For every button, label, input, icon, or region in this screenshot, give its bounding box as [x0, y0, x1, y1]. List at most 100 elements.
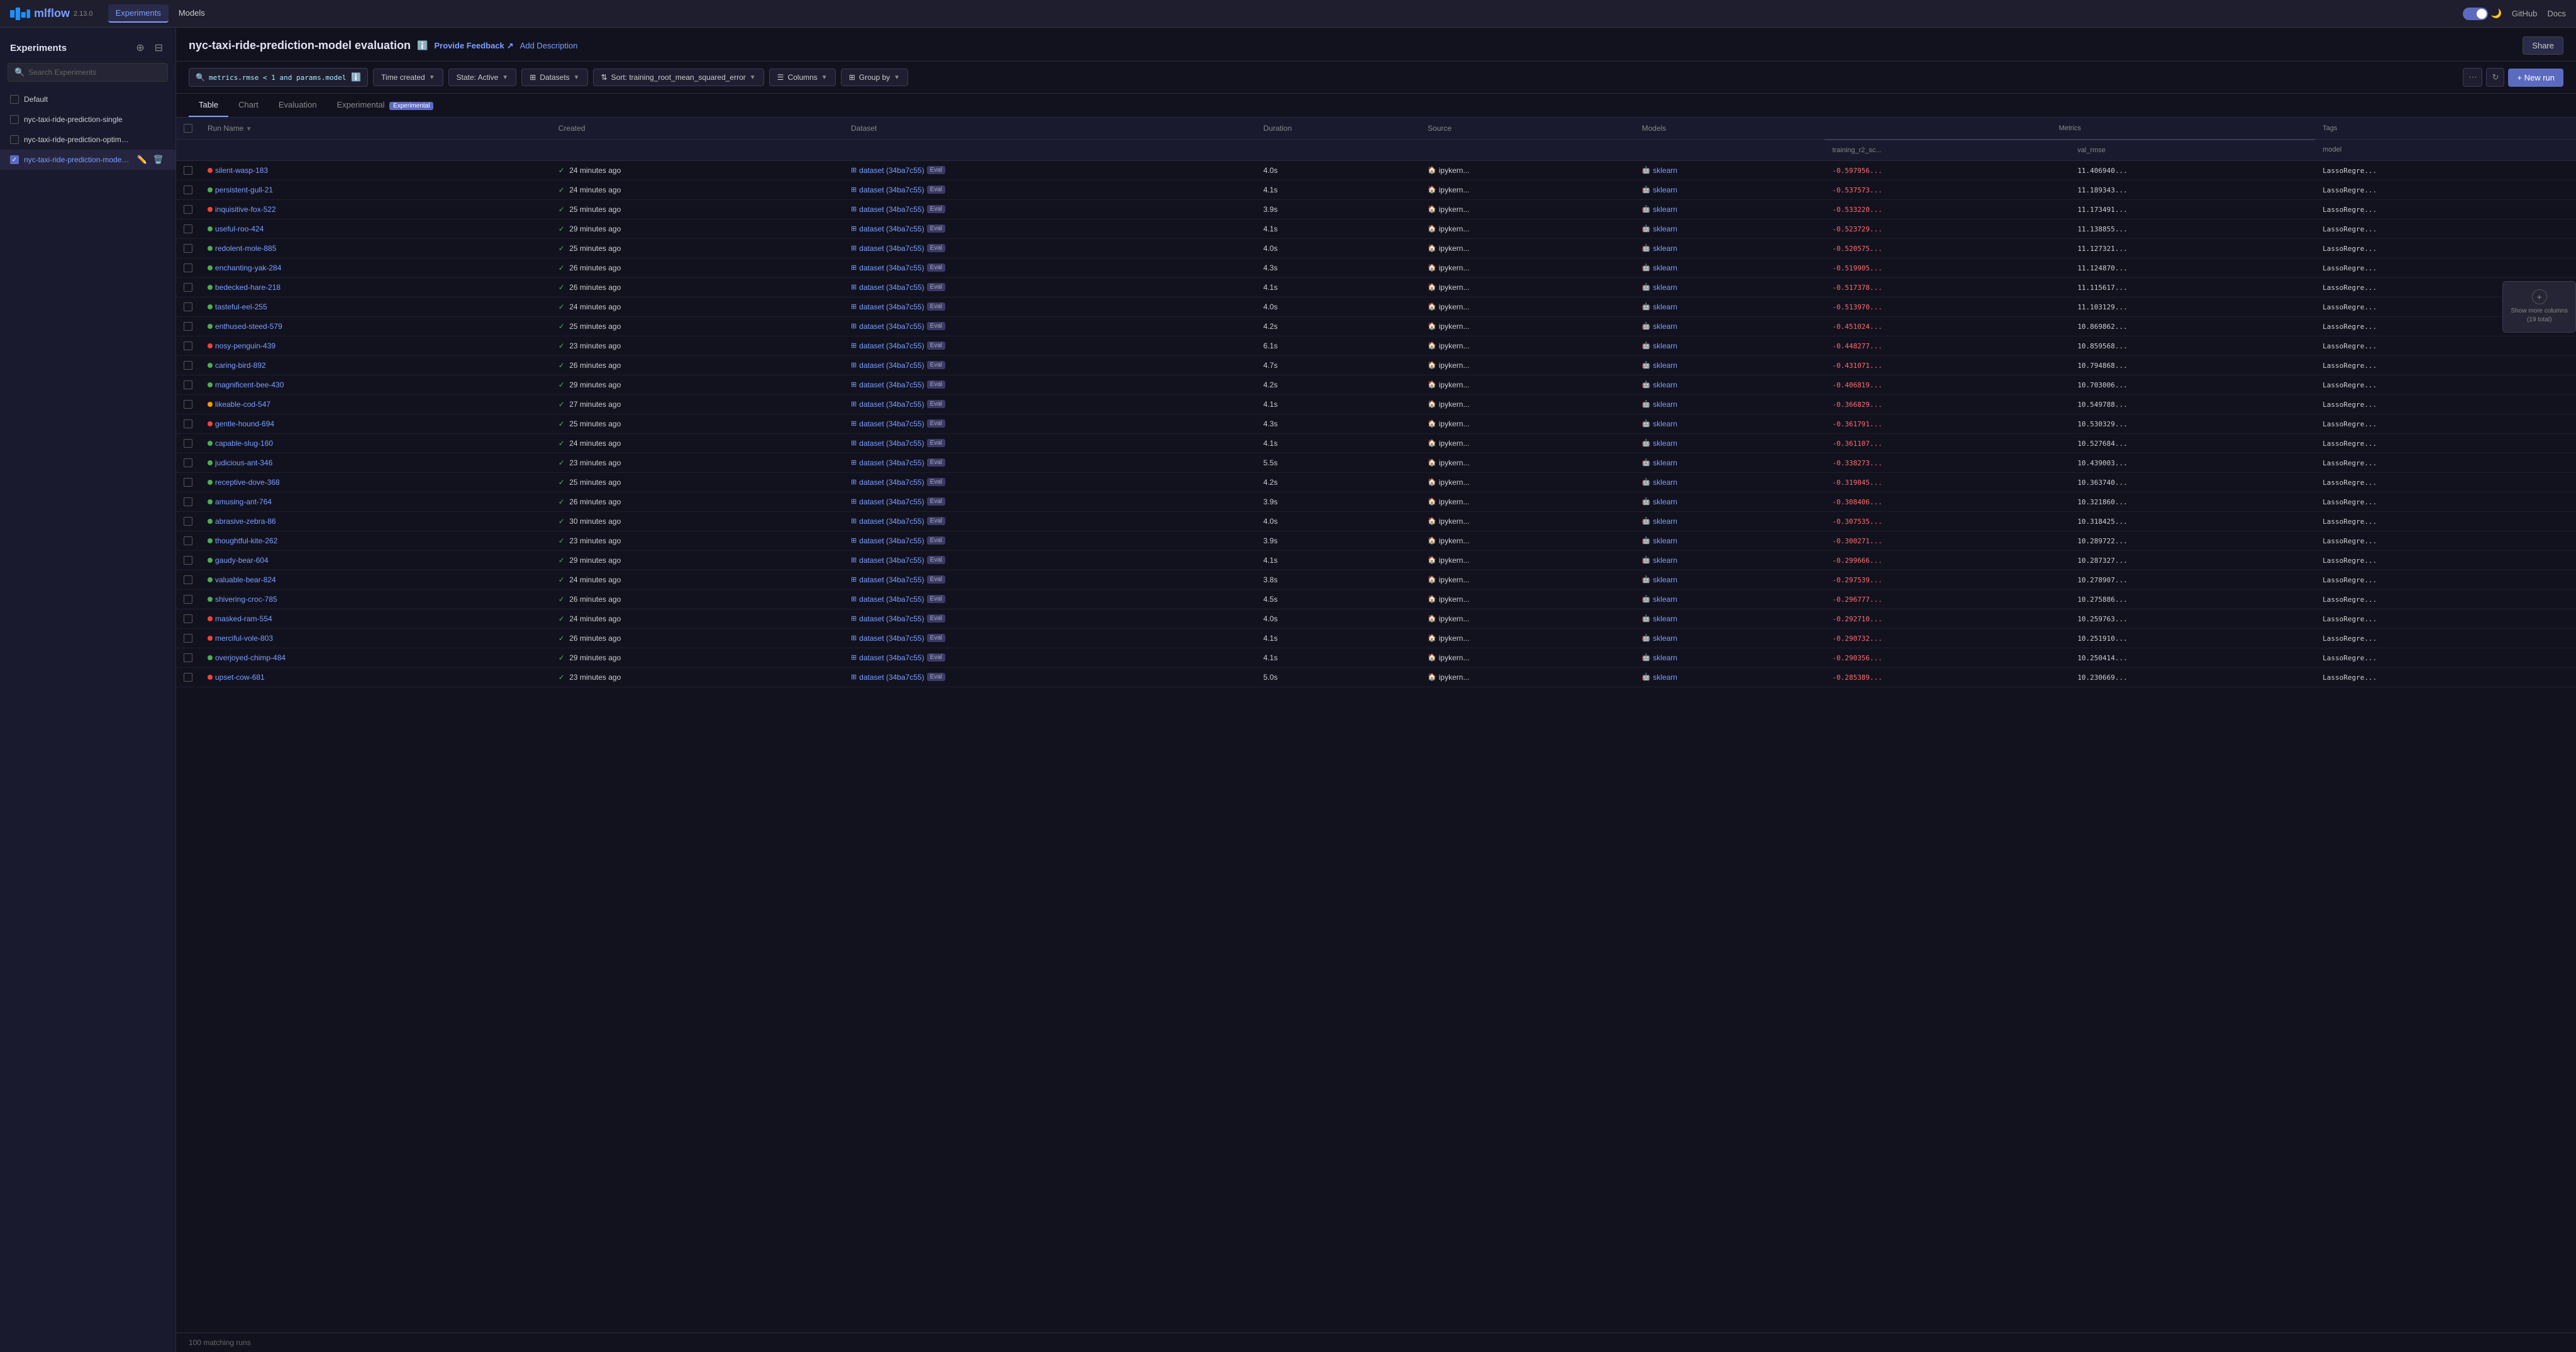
experiment-search-input[interactable] [28, 68, 161, 77]
models-content-19[interactable]: 🤖 sklearn [1642, 536, 1818, 545]
row-select-19[interactable] [184, 536, 192, 545]
exp-checkbox-evaluation[interactable]: ✓ [10, 155, 19, 164]
run-name-link-23[interactable]: masked-ram-554 [208, 614, 543, 623]
dataset-content-0[interactable]: ⊞ dataset (34ba7c55) Eval [851, 166, 1248, 175]
run-name-link-24[interactable]: merciful-vole-803 [208, 634, 543, 643]
models-content-4[interactable]: 🤖 sklearn [1642, 244, 1818, 253]
new-run-btn[interactable]: + New run [2508, 69, 2563, 87]
th-duration[interactable]: Duration [1256, 118, 1420, 140]
run-name-link-0[interactable]: silent-wasp-183 [208, 166, 543, 175]
run-name-link-26[interactable]: upset-cow-681 [208, 673, 543, 682]
collapse-sidebar-btn[interactable]: ⊟ [152, 40, 165, 55]
th-dataset[interactable]: Dataset [843, 118, 1256, 140]
run-name-link-6[interactable]: bedecked-hare-218 [208, 283, 543, 292]
row-checkbox-11[interactable] [176, 375, 200, 394]
row-select-21[interactable] [184, 575, 192, 584]
row-checkbox-7[interactable] [176, 297, 200, 316]
sidebar-item-single[interactable]: nyc-taxi-ride-prediction-single ✏️ 🗑️ [0, 109, 175, 130]
models-content-1[interactable]: 🤖 sklearn [1642, 186, 1818, 194]
group-by-btn[interactable]: ⊞ Group by ▼ [841, 69, 908, 86]
row-select-25[interactable] [184, 653, 192, 662]
run-name-link-25[interactable]: overjoyed-chimp-484 [208, 653, 543, 662]
edit-exp-default[interactable]: ✏️ [135, 94, 149, 105]
run-name-link-21[interactable]: valuable-bear-824 [208, 575, 543, 584]
models-content-3[interactable]: 🤖 sklearn [1642, 224, 1818, 233]
tab-table[interactable]: Table [189, 94, 228, 117]
edit-exp-evaluation[interactable]: ✏️ [135, 154, 149, 165]
run-name-link-22[interactable]: shivering-croc-785 [208, 595, 543, 604]
models-content-24[interactable]: 🤖 sklearn [1642, 634, 1818, 643]
more-options-btn[interactable]: ⋯ [2463, 68, 2482, 87]
dataset-content-14[interactable]: ⊞ dataset (34ba7c55) Eval [851, 439, 1248, 448]
run-name-link-4[interactable]: redolent-mole-885 [208, 244, 543, 253]
row-select-5[interactable] [184, 263, 192, 272]
row-checkbox-14[interactable] [176, 433, 200, 453]
sidebar-item-optimisation[interactable]: nyc-taxi-ride-prediction-optimisation ✏️… [0, 130, 175, 150]
row-checkbox-1[interactable] [176, 180, 200, 199]
models-content-5[interactable]: 🤖 sklearn [1642, 263, 1818, 272]
logo[interactable]: mlflow 2.13.0 [10, 7, 93, 20]
models-content-9[interactable]: 🤖 sklearn [1642, 341, 1818, 350]
models-content-20[interactable]: 🤖 sklearn [1642, 556, 1818, 565]
models-content-21[interactable]: 🤖 sklearn [1642, 575, 1818, 584]
theme-toggle[interactable]: 🌙 [2463, 8, 2501, 20]
toggle-btn[interactable] [2463, 8, 2488, 20]
row-select-26[interactable] [184, 673, 192, 682]
models-content-17[interactable]: 🤖 sklearn [1642, 497, 1818, 506]
dataset-content-7[interactable]: ⊞ dataset (34ba7c55) Eval [851, 302, 1248, 311]
dataset-content-10[interactable]: ⊞ dataset (34ba7c55) Eval [851, 361, 1248, 370]
dataset-content-3[interactable]: ⊞ dataset (34ba7c55) Eval [851, 224, 1248, 233]
dataset-content-1[interactable]: ⊞ dataset (34ba7c55) Eval [851, 186, 1248, 194]
exp-checkbox-optimisation[interactable] [10, 135, 19, 144]
dataset-content-19[interactable]: ⊞ dataset (34ba7c55) Eval [851, 536, 1248, 545]
add-experiment-btn[interactable]: ⊕ [133, 40, 147, 55]
models-content-13[interactable]: 🤖 sklearn [1642, 419, 1818, 428]
dataset-content-12[interactable]: ⊞ dataset (34ba7c55) Eval [851, 400, 1248, 409]
models-content-26[interactable]: 🤖 sklearn [1642, 673, 1818, 682]
row-select-3[interactable] [184, 224, 192, 233]
dataset-content-2[interactable]: ⊞ dataset (34ba7c55) Eval [851, 205, 1248, 214]
row-checkbox-2[interactable] [176, 199, 200, 219]
datasets-btn[interactable]: ⊞ Datasets ▼ [521, 69, 587, 86]
nav-models[interactable]: Models [171, 4, 213, 23]
exp-checkbox-default[interactable] [10, 95, 19, 104]
run-name-link-18[interactable]: abrasive-zebra-86 [208, 517, 543, 526]
sort-btn[interactable]: ⇅ Sort: training_root_mean_squared_error… [593, 69, 764, 86]
dataset-content-8[interactable]: ⊞ dataset (34ba7c55) Eval [851, 322, 1248, 331]
row-checkbox-21[interactable] [176, 570, 200, 589]
tab-experimental[interactable]: Experimental Experimental [327, 94, 444, 117]
run-name-link-16[interactable]: receptive-dove-368 [208, 478, 543, 487]
run-name-link-1[interactable]: persistent-gull-21 [208, 186, 543, 194]
models-content-15[interactable]: 🤖 sklearn [1642, 458, 1818, 467]
delete-exp-evaluation[interactable]: 🗑️ [152, 154, 165, 165]
dataset-content-24[interactable]: ⊞ dataset (34ba7c55) Eval [851, 634, 1248, 643]
docs-link[interactable]: Docs [2547, 9, 2566, 18]
models-content-18[interactable]: 🤖 sklearn [1642, 517, 1818, 526]
tab-chart[interactable]: Chart [228, 94, 269, 117]
models-content-12[interactable]: 🤖 sklearn [1642, 400, 1818, 409]
row-checkbox-9[interactable] [176, 336, 200, 355]
nav-experiments[interactable]: Experiments [108, 4, 169, 23]
models-content-14[interactable]: 🤖 sklearn [1642, 439, 1818, 448]
dataset-content-4[interactable]: ⊞ dataset (34ba7c55) Eval [851, 244, 1248, 253]
run-name-link-7[interactable]: tasteful-eel-255 [208, 302, 543, 311]
run-name-link-19[interactable]: thoughtful-kite-262 [208, 536, 543, 545]
th-source[interactable]: Source [1420, 118, 1635, 140]
dataset-content-16[interactable]: ⊞ dataset (34ba7c55) Eval [851, 478, 1248, 487]
row-select-20[interactable] [184, 556, 192, 565]
run-name-link-11[interactable]: magnificent-bee-430 [208, 380, 543, 389]
th2-val-rmse[interactable]: val_rmse [2070, 140, 2315, 161]
run-name-link-8[interactable]: enthused-steed-579 [208, 322, 543, 331]
row-select-24[interactable] [184, 634, 192, 643]
dataset-content-9[interactable]: ⊞ dataset (34ba7c55) Eval [851, 341, 1248, 350]
refresh-btn[interactable]: ↻ [2486, 68, 2504, 87]
models-content-25[interactable]: 🤖 sklearn [1642, 653, 1818, 662]
filter-info-icon[interactable]: ℹ️ [351, 72, 361, 82]
th-models[interactable]: Models [1635, 118, 1825, 140]
run-name-link-17[interactable]: amusing-ant-764 [208, 497, 543, 506]
dataset-content-21[interactable]: ⊞ dataset (34ba7c55) Eval [851, 575, 1248, 584]
dataset-content-5[interactable]: ⊞ dataset (34ba7c55) Eval [851, 263, 1248, 272]
models-content-22[interactable]: 🤖 sklearn [1642, 595, 1818, 604]
sidebar-item-evaluation[interactable]: ✓ nyc-taxi-ride-prediction-model evaluat… [0, 150, 175, 170]
run-name-link-9[interactable]: nosy-penguin-439 [208, 341, 543, 350]
